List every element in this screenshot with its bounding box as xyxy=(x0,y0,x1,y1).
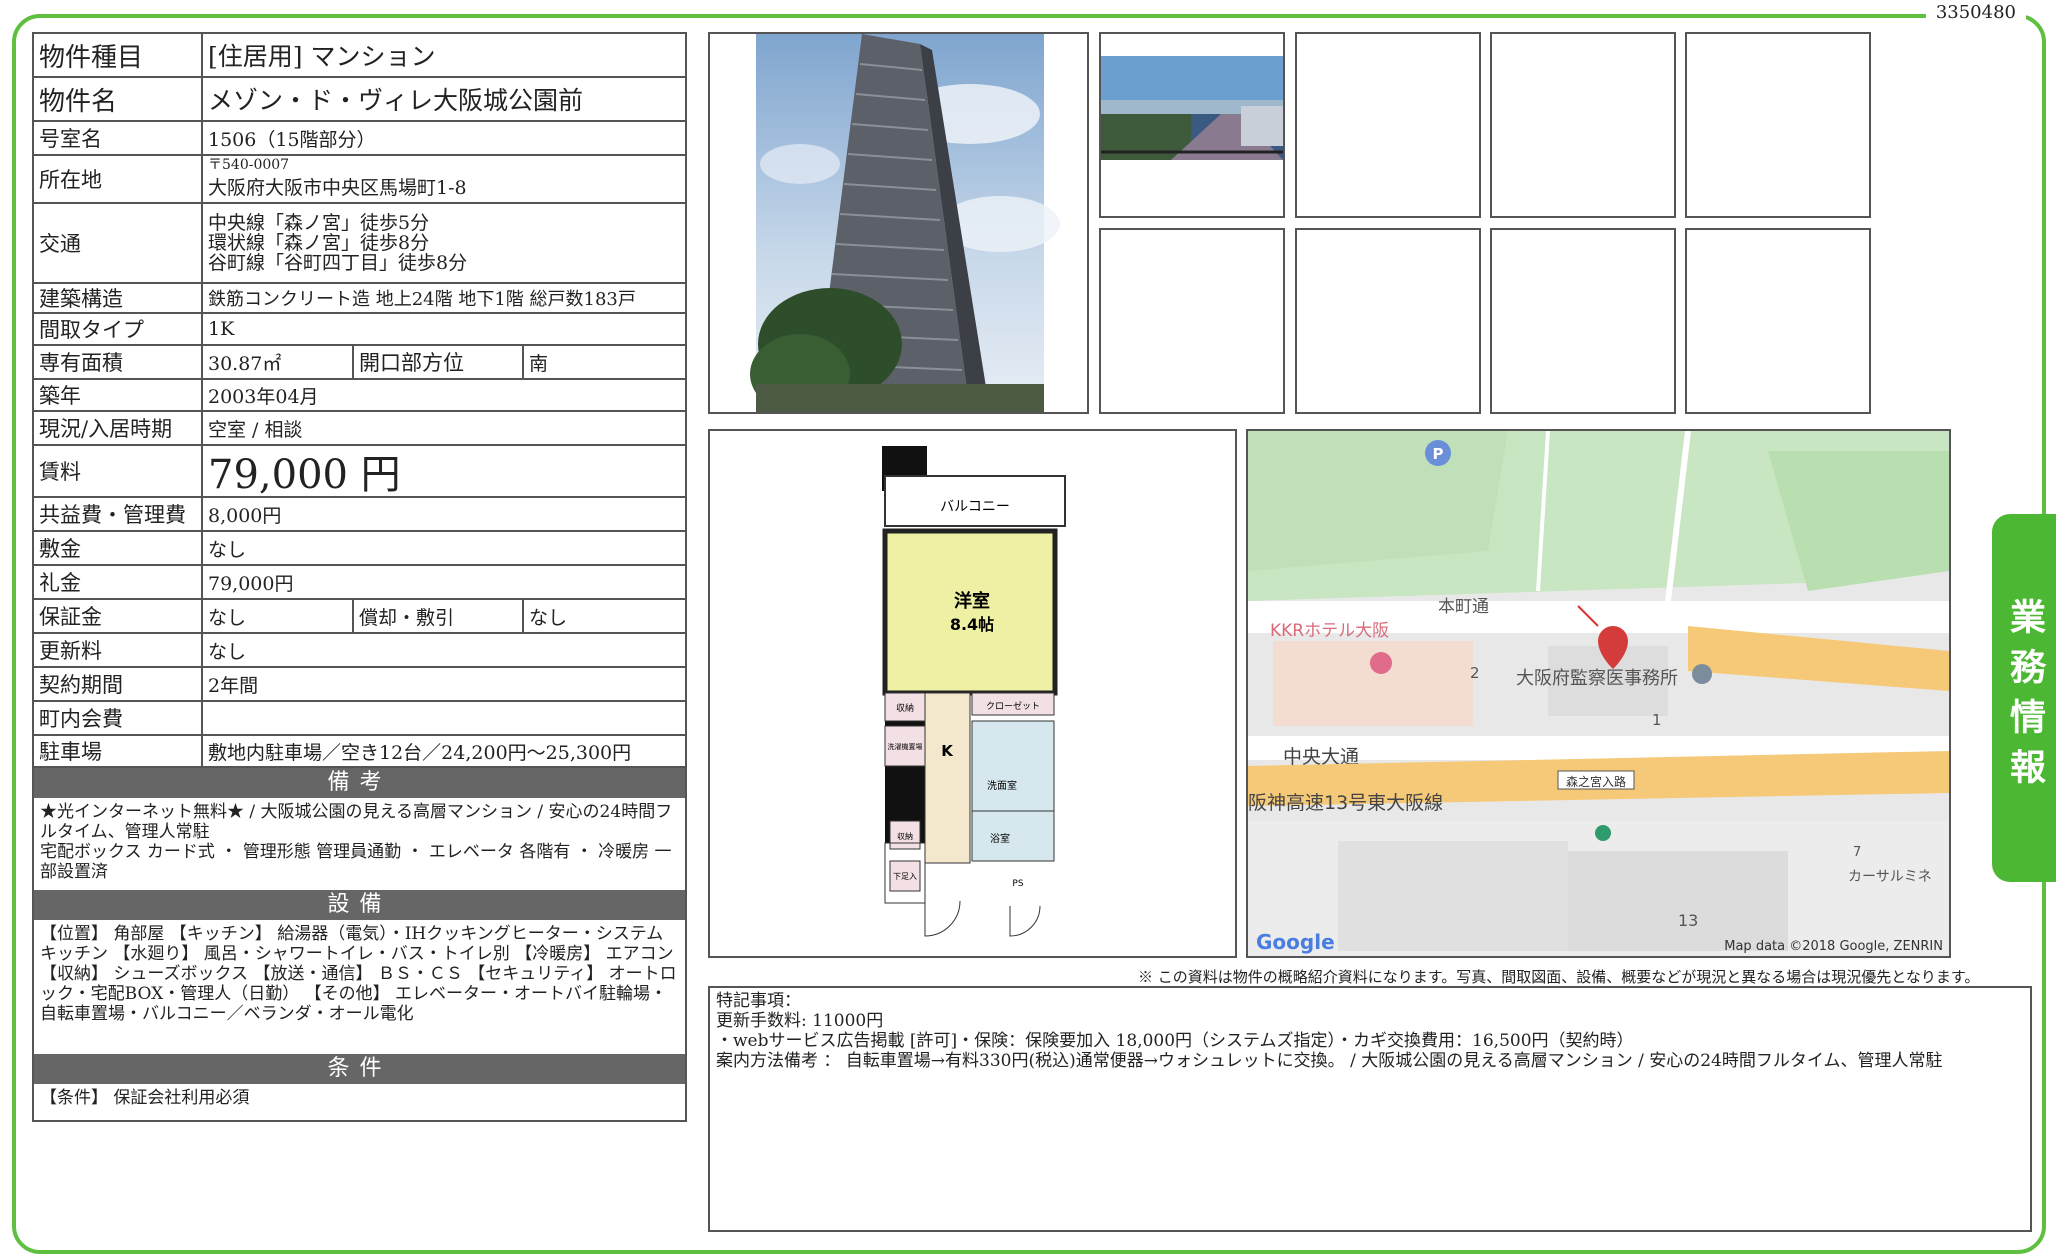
direction-label: 開口部方位 xyxy=(354,346,524,378)
room-label: 洋室 xyxy=(954,590,990,612)
remarks-line: ・webサービス広告掲載 [許可]・保険：保険要加入 18,000円（システムズ… xyxy=(716,1031,1634,1051)
guarantee-label: 保証金 xyxy=(34,600,203,632)
rent-label: 賃料 xyxy=(34,446,203,496)
renewal-label: 更新料 xyxy=(34,634,203,666)
washer-space-label: 洗濯機置場 xyxy=(888,742,923,751)
washroom-label: 洗面室 xyxy=(987,779,1017,792)
equipment-text: 【位置】 角部屋 【キッチン】 給湯器（電気）・IHクッキングヒーター・システム… xyxy=(40,924,677,1024)
photo-thumbnail-empty[interactable] xyxy=(1295,32,1481,218)
road-label-hommachi: 本町通 xyxy=(1438,597,1489,617)
highway-label: 阪神高速13号東大阪線 xyxy=(1248,792,1443,814)
mgmt-fee-label: 共益費・管理費 xyxy=(34,498,203,530)
conditions-heading: 条件 xyxy=(34,1054,685,1084)
access-label: 交通 xyxy=(34,204,203,282)
access-line: 中央線「森ノ宮」徒歩5分 xyxy=(208,212,430,234)
property-info-table: 物件種目 [住居用] マンション 物件名 メゾン・ド・ヴィレ大阪城公園前 号室名… xyxy=(32,32,687,1122)
area-value: 30.87㎡ xyxy=(203,346,354,378)
remarks-line: 更新手数料: 11000円 xyxy=(716,1011,884,1031)
access-line: 谷町線「谷町四丁目」徒歩8分 xyxy=(208,252,468,274)
amortization-label: 償却・敷引 xyxy=(354,600,524,632)
guarantee-value: なし xyxy=(203,600,354,632)
notes-heading: 備考 xyxy=(34,768,685,798)
room-label: 号室名 xyxy=(34,122,203,154)
renewal-value: なし xyxy=(208,640,247,663)
business-info-tab[interactable]: 業務情報 xyxy=(1992,514,2056,882)
photo-thumbnail-empty[interactable] xyxy=(1295,228,1481,414)
pipe-space-label: PS xyxy=(1012,879,1023,889)
view-photo-thumbnail[interactable] xyxy=(1099,32,1285,218)
address-label: 所在地 xyxy=(34,156,203,202)
building-photo[interactable] xyxy=(708,32,1089,414)
block-number: 2 xyxy=(1470,664,1480,682)
area-label: 専有面積 xyxy=(34,346,203,378)
remarks-title: 特記事項： xyxy=(716,991,801,1011)
google-logo: Google xyxy=(1256,930,1335,954)
parking-label: 駐車場 xyxy=(34,736,203,766)
photo-thumbnail-empty[interactable] xyxy=(1685,32,1871,218)
map-attribution: Map data ©2018 Google, ZENRIN xyxy=(1724,939,1943,954)
parking-marker: P xyxy=(1433,445,1444,463)
shop-label: カーサルミネ xyxy=(1848,869,1932,885)
conditions-text: 【条件】 保証会社利用必須 xyxy=(40,1088,250,1108)
disclaimer-notice: ※ この資料は物件の概略紹介資料になります。写真、間取図面、設備、概要などが現況… xyxy=(1138,968,1980,986)
layout-label: 間取タイプ xyxy=(34,314,203,344)
status-value: 空室 / 相談 xyxy=(208,418,303,441)
deposit-label: 敷金 xyxy=(34,532,203,564)
parking-value: 敷地内駐車場／空き12台／24,200円～25,300円 xyxy=(208,741,632,764)
balcony-label: バルコニー xyxy=(940,499,1010,515)
photo-thumbnail-empty[interactable] xyxy=(1099,228,1285,414)
block-number: 7 xyxy=(1853,845,1861,860)
document-code: 3350480 xyxy=(1925,2,2026,23)
layout-value: 1K xyxy=(208,318,235,340)
storage-label: 収納 xyxy=(896,702,914,714)
room-size-label: 8.4帖 xyxy=(950,615,994,634)
ramp-label: 森之宮入路 xyxy=(1566,774,1626,789)
office-label: 大阪府監察医事務所 xyxy=(1516,668,1678,689)
rent-value: 79,000 円 xyxy=(208,452,401,498)
room-value: 1506（15階部分） xyxy=(208,128,376,151)
built-label: 築年 xyxy=(34,380,203,410)
contract-label: 契約期間 xyxy=(34,668,203,700)
photo-thumbnail-empty[interactable] xyxy=(1490,228,1676,414)
hotel-label: KKRホテル大阪 xyxy=(1270,621,1389,641)
notes-text: ★光インターネット無料★ / 大阪城公園の見える高層マンション / 安心の24時… xyxy=(40,802,673,882)
kitchen-label: K xyxy=(941,742,954,760)
location-map[interactable]: 本町通 KKRホテル大阪 2 大阪府監察医事務所 1 中央大通 阪神高速13号東… xyxy=(1246,429,1951,958)
key-money-value: 79,000円 xyxy=(208,572,294,595)
special-remarks: 特記事項： 更新手数料: 11000円 ・webサービス広告掲載 [許可]・保険… xyxy=(708,986,2032,1232)
status-label: 現況/入居時期 xyxy=(34,412,203,444)
amortization-value: なし xyxy=(529,606,568,629)
closet-label: クローゼット xyxy=(986,700,1040,712)
type-label: 物件種目 xyxy=(34,34,203,76)
mgmt-fee-value: 8,000円 xyxy=(208,504,282,527)
address-value: 大阪府大阪市中央区馬場町1-8 xyxy=(208,177,467,199)
block-number: 13 xyxy=(1678,911,1698,930)
remarks-line: 案内方法備考 ： 自転車置場→有料330円(税込)通常便器→ウォシュレットに交換… xyxy=(716,1051,1943,1071)
contract-value: 2年間 xyxy=(208,674,259,697)
type-value: [住居用] マンション xyxy=(208,42,436,71)
name-value: メゾン・ド・ヴィレ大阪城公園前 xyxy=(208,86,584,115)
structure-label: 建築構造 xyxy=(34,284,203,312)
storage-label: 収納 xyxy=(897,831,913,841)
bathroom-label: 浴室 xyxy=(990,832,1010,845)
photo-thumbnail-empty[interactable] xyxy=(1685,228,1871,414)
deposit-value: なし xyxy=(208,538,247,561)
built-value: 2003年04月 xyxy=(208,385,319,408)
access-line: 環状線「森ノ宮」徒歩8分 xyxy=(208,232,430,254)
block-number: 1 xyxy=(1652,711,1662,729)
equipment-heading: 設備 xyxy=(34,890,685,920)
structure-value: 鉄筋コンクリート造 地上24階 地下1階 総戸数183戸 xyxy=(208,289,636,310)
community-fee-value xyxy=(203,702,685,734)
postal-code: 〒540-0007 xyxy=(208,157,290,173)
photo-thumbnail-empty[interactable] xyxy=(1490,32,1676,218)
name-label: 物件名 xyxy=(34,78,203,120)
floor-plan[interactable]: バルコニー 洋室 8.4帖 収納 洗濯機置場 K クローゼット 洗面室 浴室 収… xyxy=(708,429,1237,958)
community-fee-label: 町内会費 xyxy=(34,702,203,734)
key-money-label: 礼金 xyxy=(34,566,203,598)
shoe-box-label: 下足入 xyxy=(893,872,917,881)
direction-value: 南 xyxy=(529,352,549,375)
